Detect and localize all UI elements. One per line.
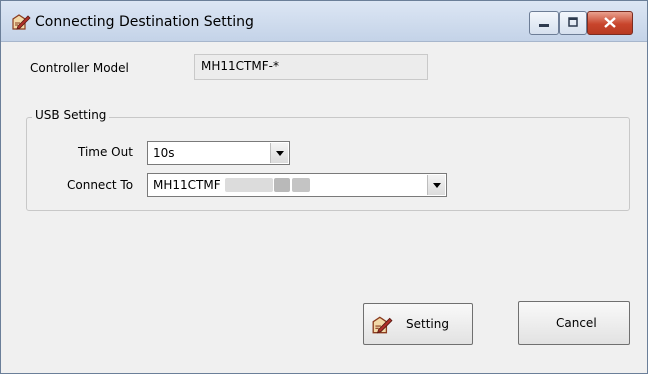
setting-button[interactable]: Setting bbox=[363, 303, 473, 345]
timeout-select[interactable]: 10s bbox=[147, 141, 290, 165]
timeout-dropdown-button[interactable] bbox=[270, 143, 288, 163]
close-button[interactable] bbox=[587, 11, 633, 35]
timeout-value: 10s bbox=[153, 146, 175, 160]
maximize-icon bbox=[568, 17, 578, 27]
cancel-button[interactable]: Cancel bbox=[518, 301, 630, 345]
window-title: Connecting Destination Setting bbox=[35, 14, 254, 30]
controller-model-field: MH11CTMF-* bbox=[194, 54, 428, 80]
maximize-button[interactable] bbox=[559, 11, 587, 35]
connect-to-value: MH11CTMF bbox=[153, 178, 221, 192]
pencil-edit-icon bbox=[12, 14, 31, 30]
minimize-icon bbox=[539, 24, 549, 27]
minimize-button[interactable] bbox=[529, 11, 559, 35]
blurred-serial bbox=[274, 178, 290, 192]
close-icon bbox=[604, 17, 616, 28]
blurred-serial bbox=[225, 178, 273, 192]
controller-model-value: MH11CTMF-* bbox=[201, 59, 279, 73]
usb-setting-legend: USB Setting bbox=[32, 108, 110, 122]
pencil-edit-icon bbox=[372, 316, 393, 334]
chevron-down-icon bbox=[433, 183, 441, 188]
chevron-down-icon bbox=[276, 151, 284, 156]
title-bar[interactable]: Connecting Destination Setting bbox=[1, 1, 647, 42]
dialog-window: Connecting Destination Setting Controlle… bbox=[0, 0, 648, 374]
setting-button-label: Setting bbox=[406, 317, 449, 331]
blurred-serial bbox=[292, 178, 310, 192]
connect-to-label: Connect To bbox=[67, 178, 134, 192]
connect-to-select[interactable]: MH11CTMF bbox=[147, 173, 447, 197]
connect-to-dropdown-button[interactable] bbox=[427, 175, 445, 195]
controller-model-label: Controller Model bbox=[30, 61, 129, 75]
timeout-label: Time Out bbox=[78, 145, 133, 159]
cancel-button-label: Cancel bbox=[556, 316, 597, 330]
